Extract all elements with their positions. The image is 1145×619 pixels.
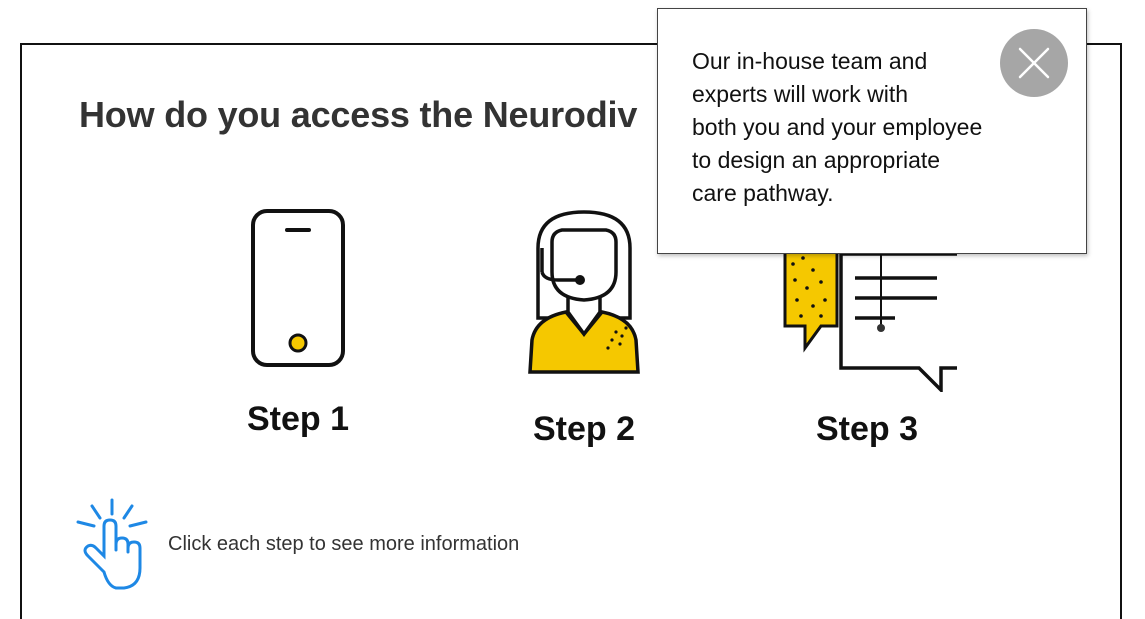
- close-button[interactable]: [1000, 29, 1068, 97]
- tap-hand-icon: [76, 498, 148, 590]
- tooltip-line: care pathway.: [692, 180, 834, 206]
- tooltip-line: both you and your employee: [692, 114, 983, 140]
- instruction-hint: Click each step to see more information: [74, 498, 519, 590]
- step-2-button[interactable]: Step 2: [484, 208, 684, 449]
- hint-text: Click each step to see more information: [168, 532, 520, 555]
- page-title: How do you access the Neurodiv: [79, 94, 638, 135]
- headset-operator-icon: [528, 210, 640, 374]
- smartphone-icon: [251, 209, 345, 367]
- info-tooltip: Our in-house team and experts will work …: [657, 8, 1087, 254]
- step-3-label: Step 3: [815, 410, 919, 448]
- tooltip-text: Our in-house team and experts will work …: [692, 45, 1032, 210]
- step-1-button[interactable]: Step 1: [198, 208, 398, 439]
- close-icon: [1018, 47, 1050, 79]
- step-2-label: Step 2: [532, 410, 636, 448]
- tooltip-line: experts will work with: [692, 81, 908, 107]
- step-1-label: Step 1: [246, 400, 350, 438]
- tooltip-line: to design an appropriate: [692, 147, 941, 173]
- tooltip-line: Our in-house team and: [692, 48, 928, 74]
- page: How do you access the Neurodiv Step 1 St…: [0, 0, 1145, 619]
